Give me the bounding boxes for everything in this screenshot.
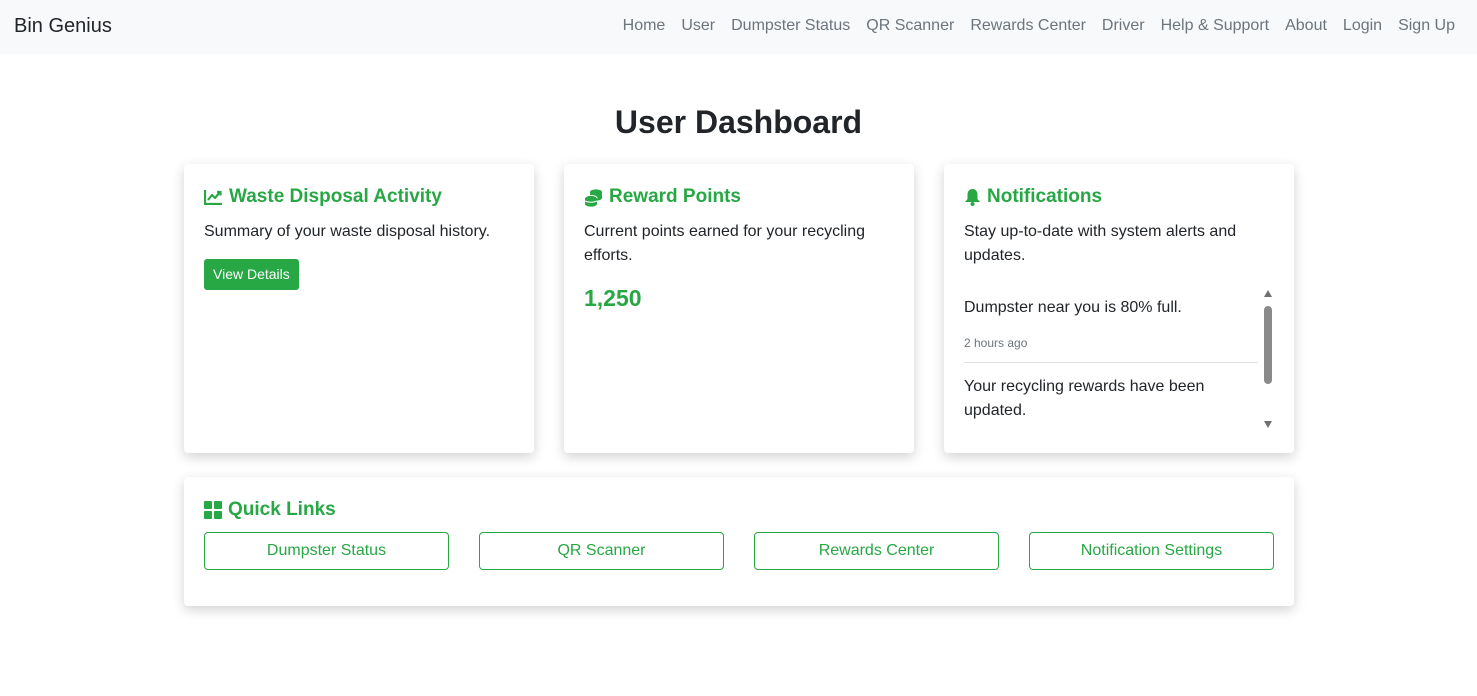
waste-activity-text: Summary of your waste disposal history. <box>204 223 491 240</box>
scroll-up-arrow-icon[interactable] <box>1264 290 1272 297</box>
view-details-button[interactable]: View Details <box>204 259 299 290</box>
nav-link-dumpster-status[interactable]: Dumpster Status <box>731 17 850 35</box>
notifications-list[interactable]: Dumpster near you is 80% full. 2 hours a… <box>964 286 1274 432</box>
nav-link-rewards-center[interactable]: Rewards Center <box>970 17 1086 35</box>
notifications-title-text: Notifications <box>987 186 1103 207</box>
quick-links-buttons: Dumpster Status QR Scanner Rewards Cente… <box>204 532 1274 570</box>
bell-icon <box>965 189 980 206</box>
notification-item: Dumpster near you is 80% full. 2 hours a… <box>964 286 1258 363</box>
quick-link-notification-settings-button[interactable]: Notification Settings <box>1029 532 1274 570</box>
nav-link-login[interactable]: Login <box>1343 17 1382 35</box>
quick-link-dumpster-status-button[interactable]: Dumpster Status <box>204 532 449 570</box>
reward-points-text: Current points earned for your recycling… <box>584 223 866 264</box>
scroll-down-arrow-icon[interactable] <box>1264 421 1272 428</box>
page-title: User Dashboard <box>614 104 863 140</box>
reward-points-title-text: Reward Points <box>609 186 741 207</box>
reward-points-card: Reward Points Current points earned for … <box>564 164 914 453</box>
chart-line-icon <box>204 190 222 205</box>
notification-message: Your recycling rewards have been updated… <box>964 378 1205 419</box>
nav-link-help-support[interactable]: Help & Support <box>1161 17 1270 35</box>
nav-link-home[interactable]: Home <box>623 17 666 35</box>
navbar: Bin Genius Home User Dumpster Status QR … <box>0 0 1477 54</box>
notification-item: Your recycling rewards have been updated… <box>964 375 1258 432</box>
waste-activity-title: Waste Disposal Activity <box>204 186 442 208</box>
nav-link-user[interactable]: User <box>681 17 715 35</box>
grid-icon <box>204 501 222 519</box>
waste-activity-card: Waste Disposal Activity Summary of your … <box>184 164 534 453</box>
notifications-card: Notifications Stay up-to-date with syste… <box>944 164 1294 453</box>
nav-link-about[interactable]: About <box>1285 17 1327 35</box>
scroll-thumb[interactable] <box>1264 306 1272 384</box>
nav-link-qr-scanner[interactable]: QR Scanner <box>866 17 954 35</box>
brand-logo[interactable]: Bin Genius <box>14 15 112 38</box>
nav-links: Home User Dumpster Status QR Scanner Rew… <box>623 17 1455 35</box>
notifications-title: Notifications <box>964 186 1102 208</box>
quick-links-card: Quick Links Dumpster Status QR Scanner R… <box>184 477 1294 606</box>
notification-time: 2 hours ago <box>964 336 1028 350</box>
notifications-text: Stay up-to-date with system alerts and u… <box>964 223 1237 264</box>
quick-link-qr-scanner-button[interactable]: QR Scanner <box>479 532 724 570</box>
notifications-scrollbar[interactable] <box>1262 286 1274 432</box>
quick-link-rewards-center-button[interactable]: Rewards Center <box>754 532 999 570</box>
quick-links-title-text: Quick Links <box>228 499 336 520</box>
quick-links-title: Quick Links <box>204 499 336 521</box>
nav-link-driver[interactable]: Driver <box>1102 17 1145 35</box>
reward-points-value: 1,250 <box>584 285 642 311</box>
nav-link-sign-up[interactable]: Sign Up <box>1398 17 1455 35</box>
waste-activity-title-text: Waste Disposal Activity <box>229 186 442 207</box>
coins-icon <box>584 188 602 207</box>
reward-points-title: Reward Points <box>584 186 741 208</box>
notification-message: Dumpster near you is 80% full. <box>964 299 1182 316</box>
